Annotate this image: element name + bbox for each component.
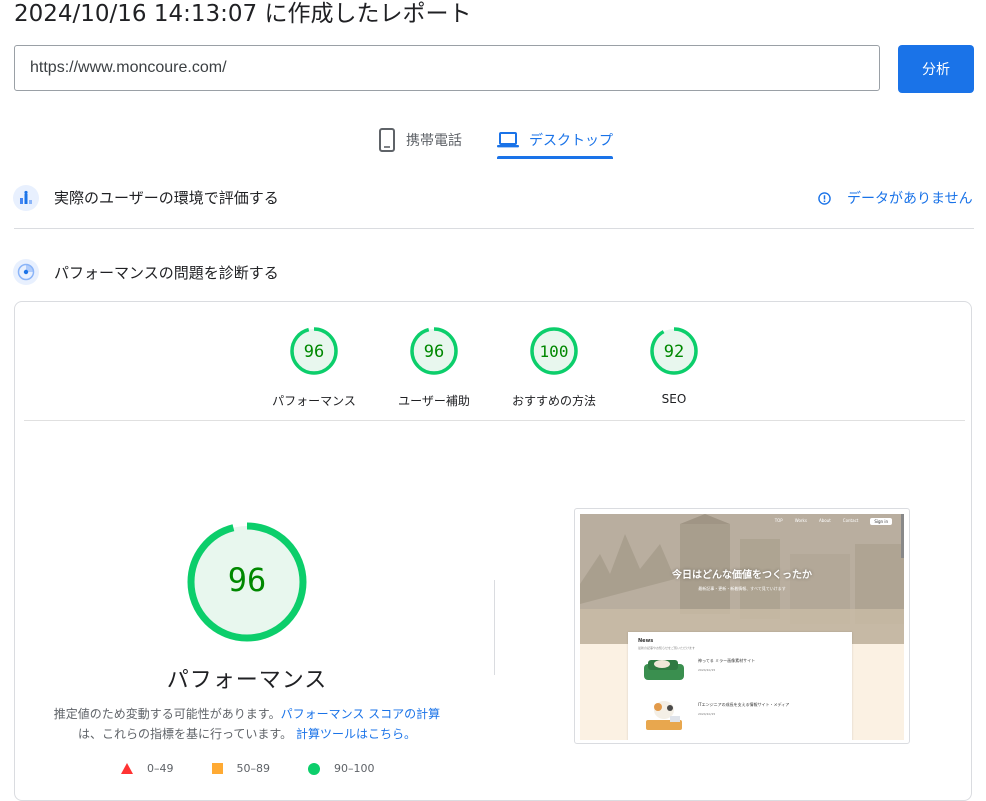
- score-gauge-seo[interactable]: 92 SEO: [614, 326, 734, 406]
- tab-desktop[interactable]: デスクトップ: [497, 120, 613, 160]
- score-value: 92: [664, 342, 684, 362]
- thumb-nav-item: About: [818, 518, 831, 523]
- analyze-button[interactable]: 分析: [898, 45, 974, 93]
- thumbnail-nav: TOP Works About Contact Sign in: [775, 518, 892, 525]
- legend-range: 50–89: [236, 762, 271, 775]
- vertical-divider: [494, 580, 495, 675]
- thumb-news-date: 2024/10/15: [698, 712, 716, 716]
- score-label: パフォーマンス: [272, 394, 356, 408]
- tab-desktop-label: デスクトップ: [529, 133, 613, 149]
- calculator-link[interactable]: 計算ツールはこちら。: [296, 727, 416, 741]
- section-divider: [14, 228, 974, 229]
- tab-mobile[interactable]: 携帯電話: [378, 120, 462, 160]
- thumbnail-scrollbar: [901, 514, 904, 558]
- tab-mobile-label: 携帯電話: [406, 133, 462, 149]
- field-data-title: 実際のユーザーの環境で評価する: [54, 189, 279, 207]
- cat-desk-illustration: [646, 701, 682, 730]
- gauge-ring: 96: [410, 327, 458, 375]
- gauge-ring: 96: [290, 327, 338, 375]
- thumb-news-title: News: [638, 638, 654, 644]
- legend-range: 90–100: [334, 762, 375, 775]
- thumb-nav-item: Contact: [842, 518, 859, 523]
- info-icon: [818, 191, 831, 205]
- mobile-phone-icon: [378, 128, 396, 152]
- score-legend: 0–49 50–89 90–100: [121, 762, 413, 775]
- square-icon: [211, 763, 223, 774]
- performance-description: 推定値のため変動する可能性があります。パフォーマンス スコアの計算 は、これらの…: [40, 704, 454, 744]
- score-label: おすすめの方法: [511, 394, 596, 408]
- gauge-ring: 92: [650, 327, 698, 375]
- desc-text-2: は、これらの指標を基に行っています。: [77, 727, 293, 741]
- triangle-icon: [121, 763, 133, 774]
- url-input[interactable]: [14, 45, 880, 91]
- performance-title: パフォーマンス: [166, 668, 328, 693]
- field-data-icon: [13, 185, 39, 211]
- score-gauge-performance[interactable]: 96 パフォーマンス: [254, 326, 374, 409]
- card-divider: [24, 420, 965, 421]
- sofa-cat-illustration: [644, 660, 684, 680]
- thumb-signin: Sign in: [870, 518, 892, 525]
- score-gauge-accessibility[interactable]: 96 ユーザー補助: [374, 326, 494, 409]
- score-calculation-link[interactable]: パフォーマンス スコアの計算: [281, 707, 441, 721]
- thumbnail-headline: 今日はどんな価値をつくったか: [672, 570, 812, 581]
- thumb-nav-item: Works: [794, 518, 807, 523]
- thumb-news-item: 神ってる ミラー画像素材サイト 2024/10/15: [642, 654, 842, 688]
- thumbnail-subline: 最新記事・更新・新着情報、すべて見ていけます: [698, 586, 786, 591]
- diagnose-title: パフォーマンスの問題を診断する: [54, 264, 279, 282]
- performance-score-value: 96: [228, 561, 267, 599]
- score-label: SEO: [661, 392, 687, 406]
- page-screenshot-thumbnail[interactable]: TOP Works About Contact Sign in 今日はどんな価値…: [574, 508, 910, 744]
- thumb-news-text: 神ってる ミラー画像素材サイト: [698, 658, 756, 663]
- legend-fail: 0–49: [121, 762, 174, 775]
- score-value: 96: [304, 342, 324, 362]
- no-data-label: データがありません: [847, 191, 973, 207]
- legend-range: 0–49: [147, 762, 174, 775]
- score-value: 100: [540, 342, 569, 361]
- performance-gauge: 96: [187, 522, 307, 642]
- report-title: 2024/10/16 14:13:07 に作成したレポート: [14, 1, 472, 27]
- thumb-news-text: ITエンジニアの成長を支える情報サイト・メディア: [698, 702, 790, 707]
- no-data-notice[interactable]: データがありません: [818, 188, 973, 208]
- thumb-news-item: ITエンジニアの成長を支える情報サイト・メディア 2024/10/15: [642, 698, 842, 732]
- desc-text-1: 推定値のため変動する可能性があります。: [53, 707, 281, 721]
- score-gauge-best-practices[interactable]: 100 おすすめの方法: [494, 326, 614, 409]
- score-label: ユーザー補助: [398, 394, 470, 408]
- diagnose-icon: [13, 259, 39, 285]
- legend-average: 50–89: [211, 762, 271, 775]
- thumbnail-viewport: TOP Works About Contact Sign in 今日はどんな価値…: [580, 514, 904, 740]
- thumbnail-news-card: News 最新の記事やお知らせをご覧いただけます 神ってる ミラー画像素材サイト…: [628, 632, 852, 740]
- laptop-icon: [497, 131, 519, 149]
- thumb-news-sub: 最新の記事やお知らせをご覧いただけます: [638, 646, 695, 650]
- thumb-news-date: 2024/10/15: [698, 668, 716, 672]
- score-value: 96: [424, 342, 444, 362]
- legend-pass: 90–100: [308, 762, 375, 775]
- thumb-nav-item: TOP: [774, 518, 783, 523]
- selected-tab-indicator: [497, 156, 613, 159]
- gauge-ring: 100: [530, 327, 578, 375]
- circle-icon: [308, 762, 320, 775]
